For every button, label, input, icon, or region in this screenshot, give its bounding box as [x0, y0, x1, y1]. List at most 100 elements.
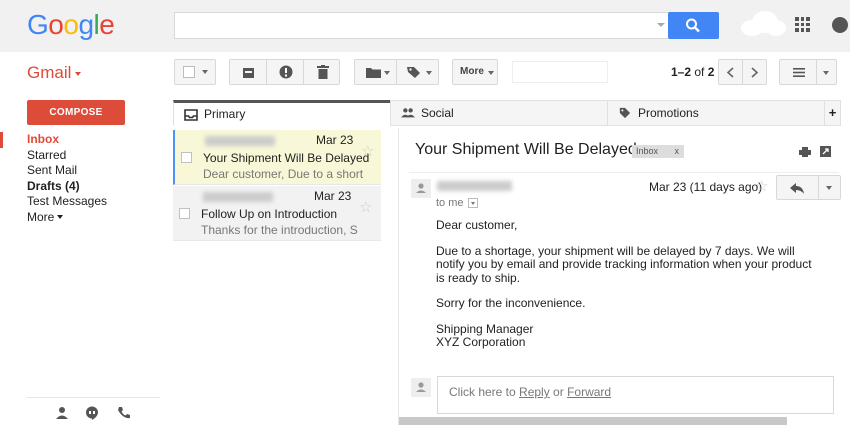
divider	[409, 172, 839, 173]
chevron-right-icon[interactable]	[750, 67, 759, 78]
star-icon[interactable]: ☆	[755, 177, 768, 195]
body-paragraph: Sorry for the inconvenience.	[436, 296, 586, 310]
sidebar-item-drafts[interactable]: Drafts (4)	[0, 179, 160, 195]
person-icon[interactable]	[55, 406, 69, 420]
star-icon[interactable]: ☆	[359, 198, 372, 216]
chevron-down-icon	[488, 71, 494, 75]
tag-icon	[619, 107, 631, 119]
email-row[interactable]: Mar 23 Follow Up on Introduction Thanks …	[173, 186, 381, 241]
my-avatar	[411, 378, 431, 397]
more-actions-button[interactable]: More	[452, 59, 498, 85]
tab-promotions-label: Promotions	[638, 106, 699, 120]
chevron-down-icon	[384, 71, 390, 75]
chevron-down-icon	[57, 215, 64, 220]
phone-icon[interactable]	[117, 406, 131, 420]
inbox-label-badge: Inbox x	[632, 145, 684, 158]
recipient-line: to me	[436, 197, 478, 209]
person-icon	[416, 382, 426, 392]
account-cloud-icon	[741, 11, 786, 36]
email-snippet: Dear customer, Due to a short	[203, 167, 364, 181]
horizontal-scrollbar[interactable]	[399, 417, 787, 425]
signature-line: XYZ Corporation	[436, 335, 526, 349]
chevron-down-icon[interactable]	[826, 186, 832, 190]
message-date: Mar 23 (11 days ago)	[649, 180, 763, 194]
quick-reply-prompt: Click here to Reply or Forward	[449, 385, 611, 399]
sidebar-nav: Inbox Starred Sent Mail Drafts (4) Test …	[0, 132, 160, 225]
density-menu-icon[interactable]	[793, 68, 805, 77]
notifications-bell-icon[interactable]	[832, 17, 848, 33]
archive-icon[interactable]	[242, 66, 255, 79]
hangouts-icon[interactable]	[85, 406, 99, 420]
star-icon[interactable]: ☆	[361, 142, 374, 160]
sidebar-item-starred[interactable]: Starred	[0, 148, 160, 164]
search-input[interactable]	[175, 13, 645, 38]
tab-primary-label: Primary	[204, 107, 246, 121]
email-snippet: Thanks for the introduction, S	[201, 223, 358, 237]
reply-or: or	[549, 385, 568, 399]
email-date: Mar 23	[314, 189, 352, 203]
sidebar-item-inbox[interactable]: Inbox	[0, 132, 160, 148]
chevron-down-icon	[202, 70, 208, 74]
reply-icon[interactable]	[790, 183, 804, 194]
hangouts-footer	[27, 397, 160, 425]
sender-redacted	[203, 192, 273, 202]
redacted-toolbar-field	[512, 61, 608, 83]
print-icon[interactable]	[799, 147, 811, 157]
forward-link[interactable]: Forward	[567, 385, 611, 399]
reply-prefix: Click here to	[449, 385, 520, 399]
sender-avatar	[411, 179, 431, 198]
person-icon	[416, 183, 426, 193]
row-checkbox[interactable]	[179, 208, 190, 219]
compose-button[interactable]: COMPOSE	[27, 100, 125, 125]
sidebar-item-more[interactable]: More	[0, 210, 160, 226]
search-box	[174, 12, 719, 39]
reply-button-group	[776, 175, 841, 200]
pager-of: of	[691, 65, 708, 79]
search-button[interactable]	[668, 12, 719, 39]
apps-grid-icon[interactable]	[795, 17, 810, 32]
pager-nav-group	[718, 59, 767, 85]
gmail-label: Gmail	[27, 63, 72, 82]
email-subject: Follow Up on Introduction	[201, 207, 338, 221]
inbox-tray-icon	[184, 109, 198, 121]
message-title: Your Shipment Will Be Delayed	[415, 141, 637, 158]
remove-label-button[interactable]: x	[675, 145, 680, 158]
chevron-down-icon[interactable]	[823, 71, 829, 75]
top-bar: Google	[0, 0, 850, 52]
sidebar-item-test-messages[interactable]: Test Messages	[0, 194, 160, 210]
sidebar-item-sent[interactable]: Sent Mail	[0, 163, 160, 179]
delete-trash-icon[interactable]	[317, 65, 329, 79]
gmail-menu[interactable]: Gmail	[27, 63, 82, 83]
add-tab-button[interactable]: +	[824, 100, 841, 126]
logo-letter: o	[48, 9, 64, 40]
logo-letter: G	[27, 9, 49, 40]
new-window-icon[interactable]	[820, 146, 831, 157]
report-spam-icon[interactable]	[279, 65, 293, 79]
quick-reply-box[interactable]: Click here to Reply or Forward	[437, 376, 834, 414]
pagination-count: 1–2 of 2	[671, 65, 714, 79]
tab-primary[interactable]: Primary	[173, 100, 391, 126]
folder-move-icon[interactable]	[366, 67, 381, 78]
google-logo[interactable]: Google	[27, 9, 115, 41]
recipient-label: to me	[436, 197, 464, 209]
body-greeting: Dear customer,	[436, 218, 518, 232]
logo-letter: g	[78, 9, 94, 40]
inbox-tabs: Primary Social Promotions +	[173, 100, 841, 126]
email-subject: Your Shipment Will Be Delayed	[203, 151, 370, 165]
reply-link[interactable]: Reply	[519, 385, 550, 399]
pager-range: 1–2	[671, 65, 692, 79]
tab-social-label: Social	[421, 106, 454, 120]
search-icon	[686, 18, 700, 33]
label-tag-icon[interactable]	[407, 66, 421, 79]
show-details-icon[interactable]	[467, 198, 478, 209]
search-options-dropdown-icon[interactable]	[657, 23, 665, 27]
more-actions-label: More	[460, 66, 484, 77]
message-body: Dear customer, Due to a shortage, your s…	[436, 218, 821, 350]
tab-social[interactable]: Social	[390, 100, 608, 126]
sidebar-more-label: More	[27, 209, 55, 224]
select-all-checkbox-button[interactable]	[174, 59, 216, 85]
row-checkbox[interactable]	[181, 152, 192, 163]
chevron-left-icon[interactable]	[726, 67, 735, 78]
email-row[interactable]: Mar 23 Your Shipment Will Be Delayed Dea…	[173, 130, 381, 185]
tab-promotions[interactable]: Promotions	[607, 100, 825, 126]
